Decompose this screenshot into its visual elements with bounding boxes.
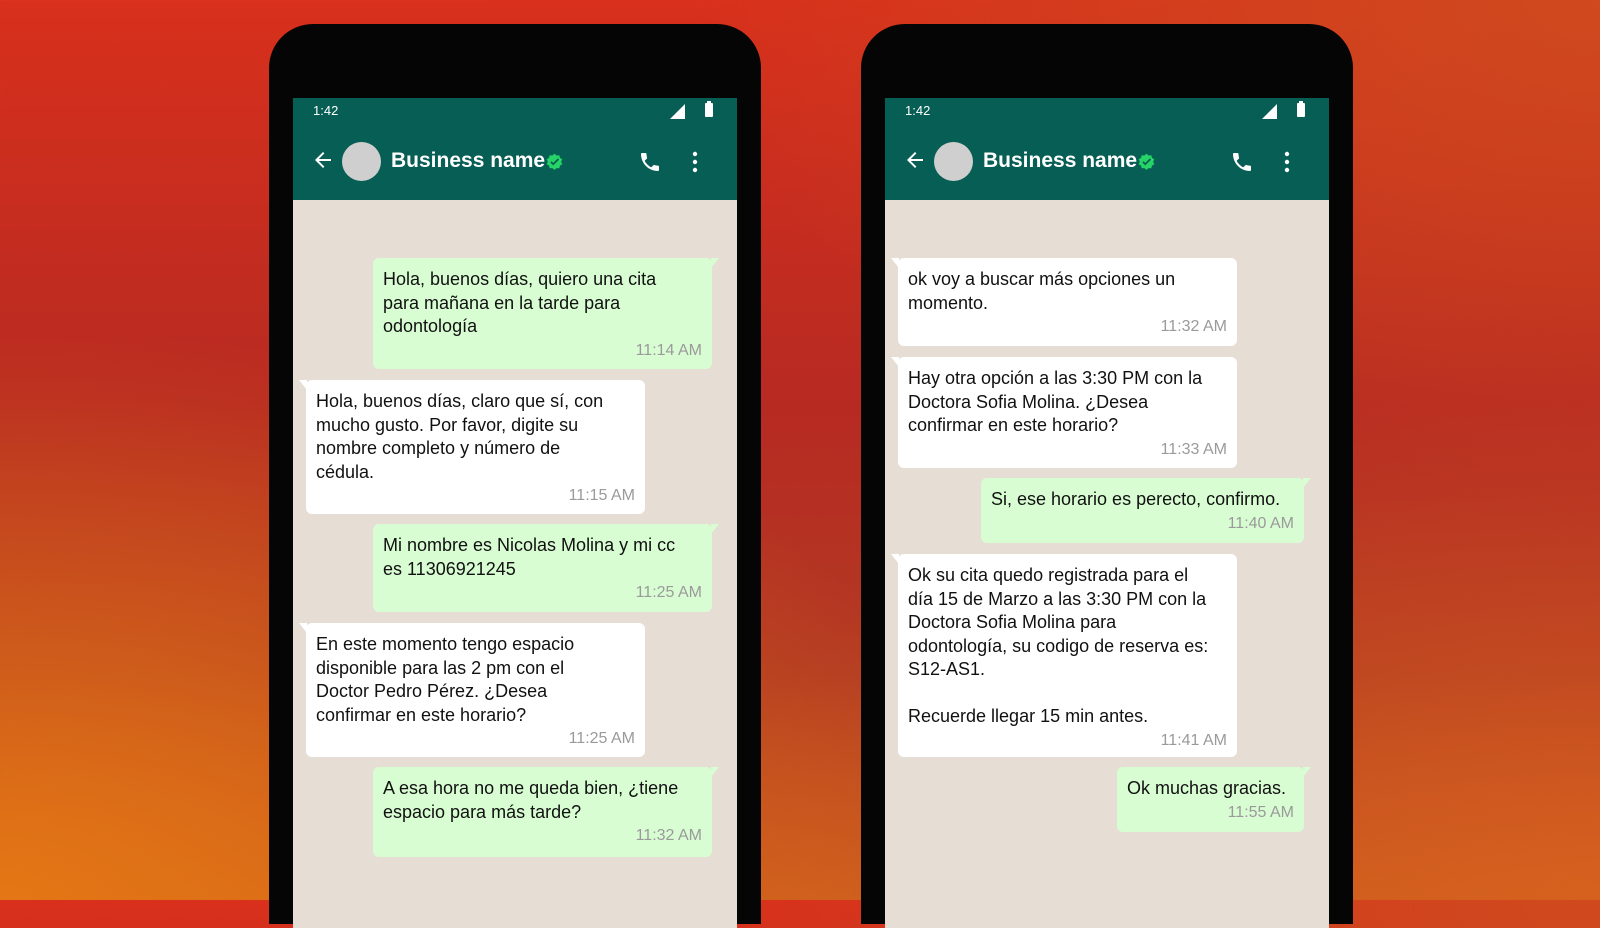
message-bubble-incoming[interactable]: ok voy a buscar más opciones un momento.… (891, 258, 1237, 346)
more-vert-icon[interactable] (1283, 150, 1291, 174)
phone-icon[interactable] (1230, 150, 1254, 174)
status-time: 1:42 (905, 103, 931, 118)
more-vert-icon[interactable] (691, 150, 699, 174)
message-timestamp: 11:32 AM (635, 827, 702, 844)
message-bubble-incoming[interactable]: En este momento tengo espacio disponible… (299, 623, 645, 757)
message-bubble-incoming[interactable]: Ok su cita quedo registrada para el día … (891, 554, 1237, 757)
message-timestamp: 11:55 AM (1227, 803, 1294, 821)
message-text: ok voy a buscar más opciones un momento. (908, 269, 1176, 313)
message-timestamp: 11:32 AM (1160, 318, 1227, 335)
message-text: Ok muchas gracias. (1127, 778, 1287, 798)
message-bubble-outgoing[interactable]: Si, ese horario es perecto, confirmo. 11… (981, 478, 1311, 543)
message-timestamp: 11:25 AM (635, 584, 702, 601)
message-bubble-incoming[interactable]: Hay otra opción a las 3:30 PM con la Doc… (891, 357, 1237, 468)
battery-icon (1297, 101, 1305, 117)
arrow-left-icon[interactable] (903, 148, 927, 172)
message-timestamp: 11:33 AM (1160, 440, 1227, 458)
phone-screen: 1:42 Business name ok voy a buscar más o… (885, 98, 1329, 928)
business-name[interactable]: Business name (391, 149, 545, 173)
message-text: A esa hora no me queda bien, ¿tiene espa… (383, 778, 679, 822)
message-timestamp: 11:41 AM (1160, 731, 1227, 749)
message-bubble-outgoing[interactable]: A esa hora no me queda bien, ¿tiene espa… (373, 767, 719, 857)
phone-left: 1:42 Business name Hola, buenos días, qu… (269, 24, 761, 928)
message-text: En este momento tengo espacio disponible… (316, 634, 575, 725)
chat-header: Business name (293, 123, 737, 200)
avatar[interactable] (342, 142, 381, 181)
signal-icon (1262, 104, 1277, 119)
status-bar: 1:42 (885, 98, 1329, 123)
message-timestamp: 11:25 AM (568, 730, 635, 747)
message-bubble-outgoing[interactable]: Mi nombre es Nicolas Molina y mi cc es 1… (373, 524, 719, 612)
message-text: Si, ese horario es perecto, confirmo. (991, 489, 1281, 509)
message-bubble-outgoing[interactable]: Ok muchas gracias. 11:55 AM (1117, 767, 1311, 832)
message-text: Ok su cita quedo registrada para el día … (908, 565, 1209, 726)
message-bubble-outgoing[interactable]: Hola, buenos días, quiero una cita para … (373, 258, 719, 369)
message-timestamp: 11:15 AM (568, 487, 635, 504)
phone-screen: 1:42 Business name Hola, buenos días, qu… (293, 98, 737, 928)
phone-icon[interactable] (638, 150, 662, 174)
status-time: 1:42 (313, 103, 339, 118)
message-text: Hola, buenos días, claro que sí, con muc… (316, 391, 604, 482)
business-name[interactable]: Business name (983, 149, 1137, 173)
phone-right: 1:42 Business name ok voy a buscar más o… (861, 24, 1353, 928)
message-text: Mi nombre es Nicolas Molina y mi cc es 1… (383, 535, 676, 579)
battery-icon (705, 101, 713, 117)
message-timestamp: 11:40 AM (1227, 514, 1294, 532)
message-timestamp: 11:14 AM (635, 341, 702, 359)
chat-header: Business name (885, 123, 1329, 200)
signal-icon (670, 104, 685, 119)
status-bar: 1:42 (293, 98, 737, 123)
arrow-left-icon[interactable] (311, 148, 335, 172)
verified-badge-icon (546, 153, 563, 170)
verified-badge-icon (1138, 153, 1155, 170)
message-text: Hola, buenos días, quiero una cita para … (383, 269, 657, 336)
message-text: Hay otra opción a las 3:30 PM con la Doc… (908, 368, 1203, 435)
avatar[interactable] (934, 142, 973, 181)
message-bubble-incoming[interactable]: Hola, buenos días, claro que sí, con muc… (299, 380, 645, 514)
